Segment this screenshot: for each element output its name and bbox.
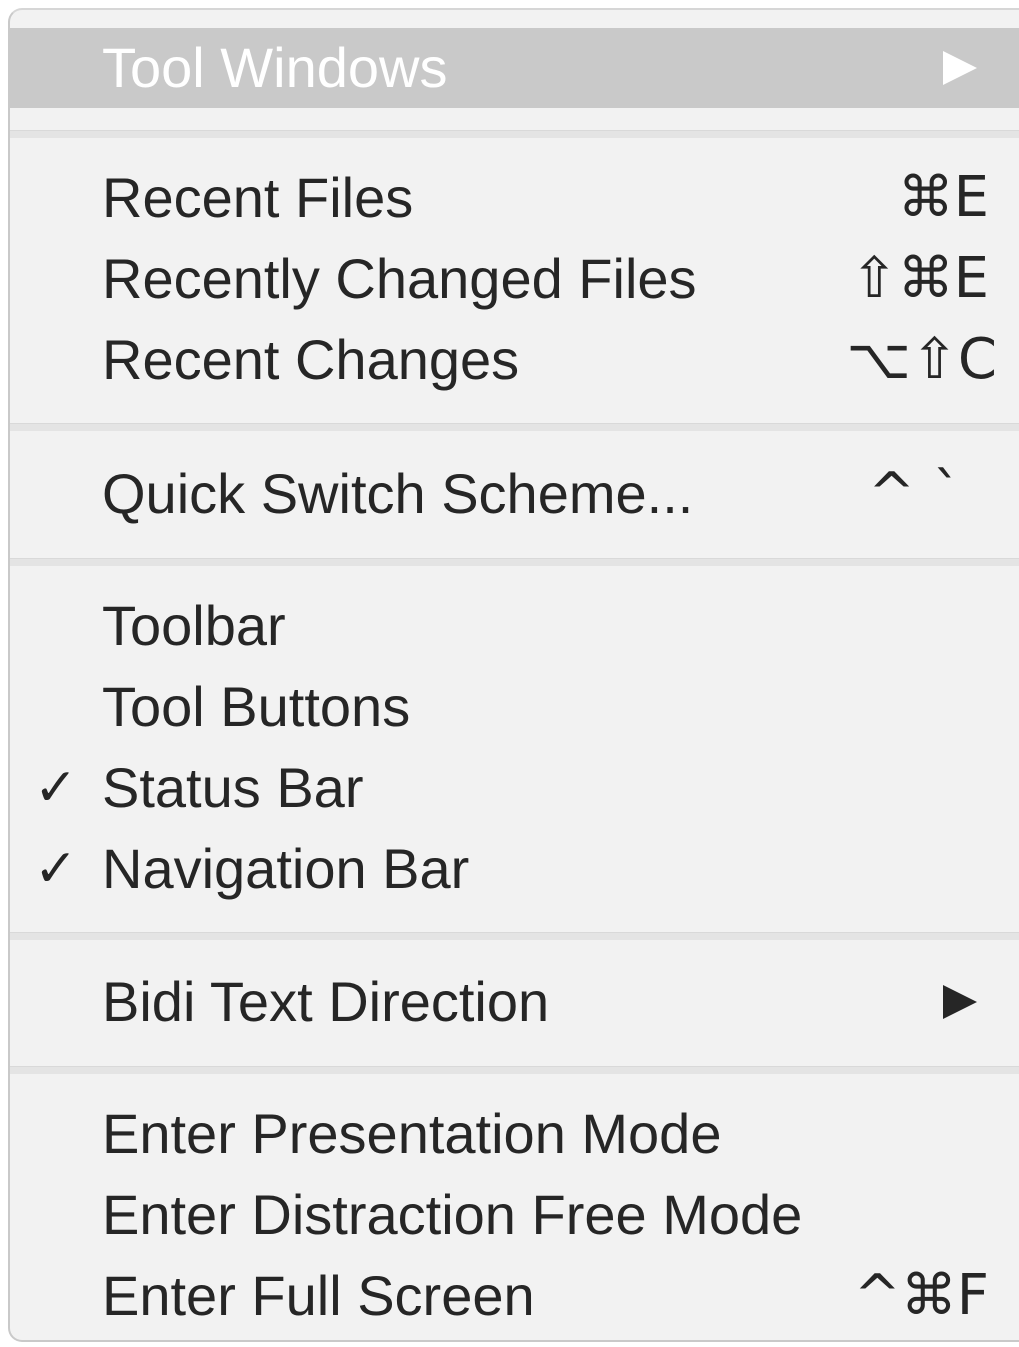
submenu-arrow-icon [941, 983, 979, 1021]
menu-item-shortcut: ^` [868, 461, 979, 526]
menu-separator [10, 423, 1019, 431]
menu-item-label: Status Bar [102, 756, 364, 819]
menu-separator [10, 932, 1019, 940]
menu-item-quick-switch-scheme[interactable]: Quick Switch Scheme... ^` [10, 454, 1019, 534]
menu-item-enter-distraction-free-mode[interactable]: Enter Distraction Free Mode [10, 1175, 1019, 1255]
menu-item-recent-changes[interactable]: Recent Changes ⌥⇧C [10, 320, 1019, 400]
menu-item-shortcut: ^⌘F [853, 1263, 989, 1328]
checkmark-icon: ✓ [34, 839, 78, 899]
menu-item-label: Enter Presentation Mode [102, 1102, 722, 1165]
view-menu: Tool Windows Recent Files ⌘E Recently Ch… [8, 8, 1019, 1342]
menu-item-shortcut: ⇧⌘E [850, 246, 989, 311]
menu-item-enter-full-screen[interactable]: Enter Full Screen ^⌘F [10, 1256, 1019, 1336]
menu-separator [10, 558, 1019, 566]
menu-item-bidi-text-direction[interactable]: Bidi Text Direction [10, 962, 1019, 1042]
menu-item-shortcut: ⌥⇧C [846, 327, 997, 392]
menu-separator [10, 1066, 1019, 1074]
menu-item-label: Recent Changes [102, 328, 520, 391]
menu-item-enter-presentation-mode[interactable]: Enter Presentation Mode [10, 1094, 1019, 1174]
submenu-arrow-icon [941, 49, 979, 87]
menu-item-tool-buttons[interactable]: Tool Buttons [10, 667, 1019, 747]
menu-item-label: Enter Full Screen [102, 1264, 535, 1327]
menu-item-label: Recently Changed Files [102, 247, 697, 310]
menu-item-label: Tool Buttons [102, 675, 411, 738]
menu-item-status-bar[interactable]: ✓ Status Bar [10, 748, 1019, 828]
menu-separator [10, 130, 1019, 138]
menu-item-recently-changed-files[interactable]: Recently Changed Files ⇧⌘E [10, 239, 1019, 319]
menu-item-shortcut: ⌘E [897, 165, 989, 230]
menu-item-label: Bidi Text Direction [102, 970, 550, 1033]
checkmark-icon: ✓ [34, 758, 78, 818]
menu-item-label: Toolbar [102, 594, 286, 657]
menu-item-tool-windows[interactable]: Tool Windows [10, 28, 1019, 108]
menu-item-recent-files[interactable]: Recent Files ⌘E [10, 158, 1019, 238]
menu-item-label: Navigation Bar [102, 837, 470, 900]
menu-item-toolbar[interactable]: Toolbar [10, 586, 1019, 666]
menu-item-label: Recent Files [102, 166, 414, 229]
menu-item-navigation-bar[interactable]: ✓ Navigation Bar [10, 829, 1019, 909]
menu-item-label: Enter Distraction Free Mode [102, 1183, 803, 1246]
menu-item-label: Tool Windows [102, 36, 448, 99]
menu-item-label: Quick Switch Scheme... [102, 462, 694, 525]
